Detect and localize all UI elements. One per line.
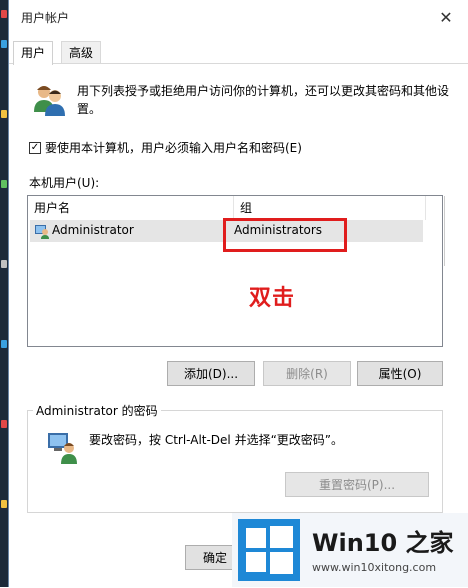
brand-title: Win10 之家 — [312, 529, 454, 557]
add-button[interactable]: 添加(D)... — [167, 361, 255, 386]
tab-advanced-label: 高级 — [69, 46, 94, 60]
tab-advanced[interactable]: 高级 — [61, 41, 102, 63]
column-header-group[interactable]: 组 — [234, 196, 424, 220]
remove-button[interactable]: 删除(R) — [263, 361, 351, 386]
require-login-checkbox[interactable]: ✓ — [29, 141, 41, 154]
brand-url: www.win10xitong.com — [312, 561, 437, 574]
intro-text: 用下列表授予或拒绝用户访问你的计算机，还可以更改其密码和其他设置。 — [77, 84, 450, 116]
close-icon: ✕ — [439, 7, 453, 27]
column-divider[interactable] — [425, 196, 426, 220]
users-icon — [34, 86, 65, 116]
row-username: Administrator — [52, 223, 134, 237]
checkmark-icon: ✓ — [30, 141, 40, 153]
annotation-label: 双击 — [249, 286, 296, 311]
windows-logo-icon — [238, 519, 300, 581]
column-header-username[interactable]: 用户名 — [28, 196, 233, 220]
brand-watermark: Win10 之家 www.win10xitong.com — [232, 513, 468, 587]
password-group — [27, 410, 443, 513]
tab-users-label: 用户 — [21, 46, 46, 60]
user-icon — [35, 225, 49, 239]
list-scrollbar[interactable] — [444, 196, 445, 266]
require-login-row[interactable]: ✓ 要使用本计算机，用户必须输入用户名和密码(E) — [29, 139, 302, 156]
require-login-label: 要使用本计算机，用户必须输入用户名和密码(E) — [45, 141, 302, 155]
reset-password-button[interactable]: 重置密码(P)... — [285, 472, 429, 497]
password-instructions: 要改密码，按 Ctrl-Alt-Del 并选择“更改密码”。 — [89, 433, 344, 447]
properties-button[interactable]: 属性(O) — [357, 361, 443, 386]
desktop-edge — [0, 0, 8, 587]
user-accounts-dialog: 用户帐户 ✕ 用户 高级 用下列表授予或拒绝用户访问你的计算机，还可以更改其密码… — [8, 0, 468, 588]
user-password-icon — [48, 433, 77, 464]
tab-strip: 用户 高级 — [9, 41, 468, 65]
list-header: 用户名 组 — [28, 196, 426, 220]
password-group-title: Administrator 的密码 — [33, 402, 161, 419]
local-users-label: 本机用户(U): — [29, 176, 100, 190]
annotation-highlight-box — [223, 218, 347, 252]
tab-users[interactable]: 用户 — [13, 41, 54, 65]
close-button[interactable]: ✕ — [427, 2, 465, 32]
title-bar: 用户帐户 ✕ — [9, 0, 468, 34]
window-title: 用户帐户 — [21, 11, 70, 25]
